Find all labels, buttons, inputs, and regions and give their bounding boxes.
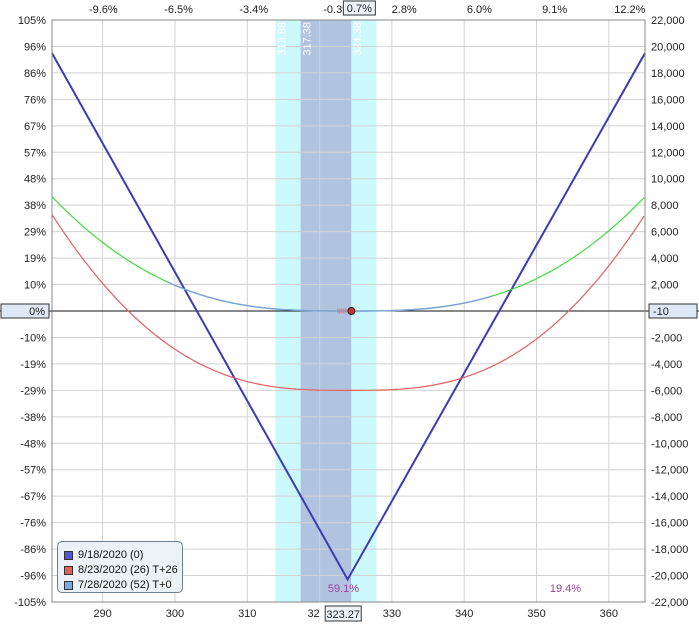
x-top-tick-label: 6.0%: [467, 4, 492, 16]
y-left-tick-label: -96%: [20, 571, 46, 583]
legend-item-expiry[interactable]: 9/18/2020 (0): [64, 548, 182, 562]
y-left-tick-label: 19%: [24, 253, 46, 265]
x-tick-label: 290: [93, 608, 111, 620]
y-left-tick-label: 38%: [24, 200, 46, 212]
y-left-tick-label: -76%: [20, 518, 46, 530]
y-right-tick-label: -20,000: [651, 571, 688, 583]
band-label: 324.38: [352, 22, 364, 56]
y-left-tick-label: 105%: [18, 15, 46, 27]
y-right-tick-label: -8,000: [651, 412, 682, 424]
left-marker-label: 0%: [29, 306, 45, 318]
y-left-tick-label: 57%: [24, 147, 46, 159]
y-right-tick-label: 18,000: [651, 68, 685, 80]
band-label: 313.88: [276, 22, 288, 56]
y-right-tick-label: 8,000: [651, 200, 679, 212]
x-top-tick-label: 9.1%: [542, 4, 567, 16]
x-tick-label: 330: [383, 608, 401, 620]
legend-swatch-t26: [64, 565, 73, 575]
y-right-tick-label: 10,000: [651, 174, 685, 186]
y-left-tick-label: -67%: [20, 491, 46, 503]
y-left-tick-label: -105%: [14, 597, 46, 609]
y-left-tick-label: -48%: [20, 438, 46, 450]
probability-label: 19.4%: [550, 583, 581, 595]
band-label: 317.38: [302, 22, 314, 56]
x-top-tick-label: 12.2%: [614, 4, 645, 16]
y-right-tick-label: -12,000: [651, 465, 688, 477]
y-right-tick-label: -22,000: [651, 597, 688, 609]
y-right-tick-label: -6,000: [651, 385, 682, 397]
legend: 9/18/2020 (0) 8/23/2020 (26) T+26 7/28/2…: [57, 541, 183, 593]
y-left-tick-label: -38%: [20, 412, 46, 424]
y-right-tick-label: 14,000: [651, 121, 685, 133]
right-marker-label: -10: [653, 306, 669, 318]
y-left-tick-label: 48%: [24, 174, 46, 186]
x-top-tick-label: -3.4%: [239, 4, 268, 16]
top-marker-label: 0.7%: [347, 3, 372, 15]
x-tick-label: 32: [307, 608, 319, 620]
y-right-tick-label: 12,000: [651, 147, 685, 159]
y-right-tick-label: 16,000: [651, 94, 685, 106]
y-right-tick-label: -14,000: [651, 491, 688, 503]
y-right-tick-label: -2,000: [651, 332, 682, 344]
legend-swatch-expiry: [64, 550, 73, 560]
x-top-tick-label: -9.6%: [89, 4, 118, 16]
legend-label: 8/23/2020 (26) T+26: [78, 564, 178, 576]
y-right-tick-label: 2,000: [651, 280, 679, 292]
y-left-tick-label: 10%: [24, 280, 46, 292]
y-left-tick-label: -19%: [20, 359, 46, 371]
y-left-tick-label: 96%: [24, 41, 46, 53]
y-right-tick-label: -18,000: [651, 544, 688, 556]
y-right-tick-label: -16,000: [651, 518, 688, 530]
legend-item-t26[interactable]: 8/23/2020 (26) T+26: [64, 563, 182, 577]
y-right-tick-label: 6,000: [651, 227, 679, 239]
y-left-tick-label: 29%: [24, 227, 46, 239]
x-tick-label: 340: [455, 608, 473, 620]
legend-swatch-t0: [64, 580, 73, 590]
legend-label: 7/28/2020 (52) T+0: [78, 579, 172, 591]
y-right-tick-label: 22,000: [651, 15, 685, 27]
x-tick-label: 300: [166, 608, 184, 620]
x-tick-label: 350: [527, 608, 545, 620]
y-left-tick-label: 86%: [24, 68, 46, 80]
y-left-tick-label: -10%: [20, 332, 46, 344]
y-right-tick-label: -4,000: [651, 359, 682, 371]
band-label: 327.88: [378, 22, 390, 56]
y-left-tick-label: -57%: [20, 465, 46, 477]
legend-item-t0[interactable]: 7/28/2020 (52) T+0: [64, 578, 182, 592]
legend-label: 9/18/2020 (0): [78, 549, 144, 561]
y-right-tick-label: 4,000: [651, 253, 679, 265]
y-left-tick-label: 76%: [24, 94, 46, 106]
y-left-tick-label: -29%: [20, 385, 46, 397]
y-left-tick-label: -86%: [20, 544, 46, 556]
x-tick-label: 360: [600, 608, 618, 620]
y-right-tick-label: -10,000: [651, 438, 688, 450]
y-left-tick-label: 67%: [24, 121, 46, 133]
y-right-tick-label: 20,000: [651, 41, 685, 53]
current-point: [347, 307, 356, 315]
bottom-marker-label: 323.27: [326, 609, 360, 621]
x-top-tick-label: 2.8%: [392, 4, 417, 16]
x-tick-label: 310: [238, 608, 256, 620]
probability-label: 59.1%: [328, 583, 359, 595]
x-top-tick-label: -6.5%: [164, 4, 193, 16]
risk-graph[interactable]: 313.88 317.38 324.38 327.88 105% 96% 86% 76% 67%…: [0, 0, 699, 624]
